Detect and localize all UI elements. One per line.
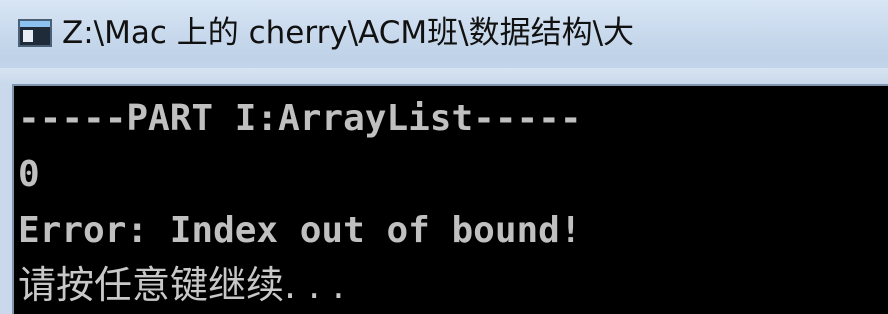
console-line: 0 bbox=[18, 154, 40, 195]
console-output-area[interactable]: -----PART I:ArrayList----- 0 Error: Inde… bbox=[12, 84, 888, 314]
console-line: -----PART I:ArrayList----- bbox=[18, 98, 582, 139]
console-window-icon[interactable] bbox=[18, 19, 52, 47]
window-title: Z:\Mac 上的 cherry\ACM班\数据结构\大 bbox=[62, 15, 635, 51]
console-line: 请按任意键继续. . . bbox=[18, 263, 345, 307]
console-line: Error: Index out of bound! bbox=[18, 210, 582, 251]
console-window: Z:\Mac 上的 cherry\ACM班\数据结构\大 -----PART I… bbox=[0, 0, 888, 314]
title-bar[interactable]: Z:\Mac 上的 cherry\ACM班\数据结构\大 bbox=[0, 0, 888, 84]
